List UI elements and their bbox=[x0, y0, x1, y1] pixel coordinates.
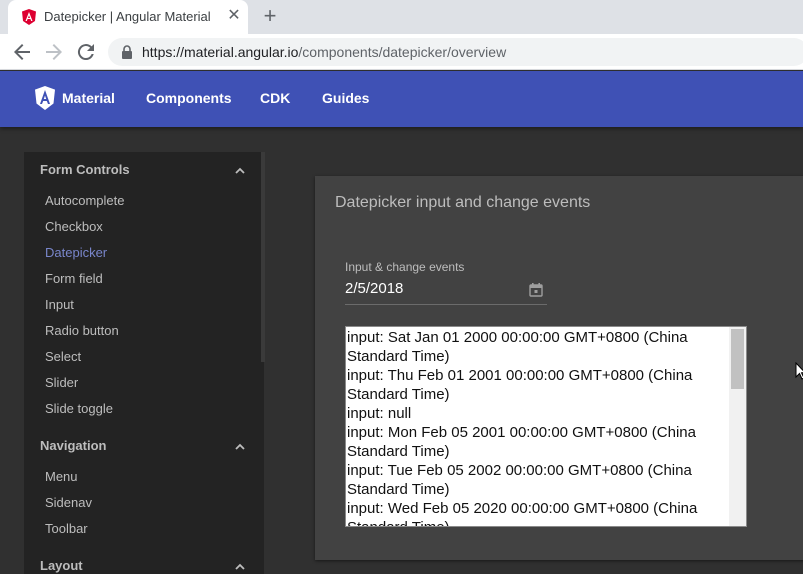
event-log-line: input: null bbox=[347, 405, 412, 422]
sidebar-item-checkbox[interactable]: Checkbox bbox=[45, 219, 103, 234]
nav-guides[interactable]: Guides bbox=[322, 90, 369, 106]
angular-favicon-icon bbox=[22, 9, 36, 25]
chevron-up-icon[interactable] bbox=[234, 165, 246, 177]
section-form-controls[interactable]: Form Controls bbox=[40, 162, 130, 177]
date-field-label: Input & change events bbox=[345, 260, 465, 274]
events-list: input: Sat Jan 01 2000 00:00:00 GMT+0800… bbox=[346, 327, 730, 526]
chevron-up-icon[interactable] bbox=[234, 441, 246, 453]
site-header: Material Components CDK Guides bbox=[0, 71, 803, 127]
reload-icon[interactable] bbox=[74, 40, 98, 64]
sidebar-item-menu[interactable]: Menu bbox=[45, 469, 78, 484]
example-title: Datepicker input and change events bbox=[335, 194, 591, 211]
back-arrow-icon[interactable] bbox=[10, 40, 34, 64]
browser-tab[interactable]: Datepicker | Angular Material ✕ bbox=[8, 0, 248, 34]
mouse-cursor-icon bbox=[795, 362, 803, 380]
new-tab-plus-icon[interactable]: + bbox=[259, 5, 281, 27]
angular-logo-icon[interactable] bbox=[34, 86, 56, 110]
events-scrollbar-thumb[interactable] bbox=[731, 329, 744, 389]
sidebar: Form Controls Autocomplete Checkbox Date… bbox=[24, 152, 264, 574]
sidebar-item-select[interactable]: Select bbox=[45, 349, 81, 364]
address-bar[interactable]: https://material.angular.io/components/d… bbox=[108, 38, 803, 66]
section-navigation[interactable]: Navigation bbox=[40, 438, 106, 453]
nav-components[interactable]: Components bbox=[146, 90, 232, 106]
sidebar-item-slider[interactable]: Slider bbox=[45, 375, 78, 390]
sidebar-item-sidenav[interactable]: Sidenav bbox=[45, 495, 92, 510]
event-log-line: input: Thu Feb 01 2001 00:00:00 GMT+0800… bbox=[347, 367, 693, 403]
events-textarea[interactable]: input: Sat Jan 01 2000 00:00:00 GMT+0800… bbox=[345, 326, 747, 527]
chevron-up-icon[interactable] bbox=[234, 561, 246, 573]
browser-tab-strip: Datepicker | Angular Material ✕ + bbox=[0, 0, 803, 34]
close-tab-icon[interactable]: ✕ bbox=[225, 7, 243, 25]
date-input-underline bbox=[345, 304, 547, 305]
browser-toolbar: https://material.angular.io/components/d… bbox=[0, 34, 803, 70]
event-log-line: input: Mon Feb 05 2001 00:00:00 GMT+0800… bbox=[347, 424, 696, 460]
tab-title: Datepicker | Angular Material bbox=[44, 9, 211, 24]
sidebar-item-toolbar[interactable]: Toolbar bbox=[45, 521, 88, 536]
forward-arrow-icon[interactable] bbox=[42, 40, 66, 64]
url-host: https://material.angular.io bbox=[142, 44, 299, 60]
calendar-icon[interactable] bbox=[529, 283, 543, 297]
event-log-line: input: Sat Jan 01 2000 00:00:00 GMT+0800… bbox=[347, 329, 688, 365]
brand-link[interactable]: Material bbox=[62, 90, 115, 106]
sidebar-item-input[interactable]: Input bbox=[45, 297, 74, 312]
sidebar-scrollbar[interactable] bbox=[261, 152, 265, 362]
event-log-line: input: Wed Feb 05 2020 00:00:00 GMT+0800… bbox=[347, 500, 698, 526]
nav-cdk[interactable]: CDK bbox=[260, 90, 290, 106]
date-input[interactable]: 2/5/2018 bbox=[345, 280, 403, 297]
sidebar-item-datepicker[interactable]: Datepicker bbox=[45, 245, 107, 260]
sidebar-item-autocomplete[interactable]: Autocomplete bbox=[45, 193, 125, 208]
url-path: /components/datepicker/overview bbox=[298, 44, 507, 60]
sidebar-item-slide-toggle[interactable]: Slide toggle bbox=[45, 401, 113, 416]
events-scrollbar[interactable] bbox=[729, 327, 746, 526]
event-log-line: input: Tue Feb 05 2002 00:00:00 GMT+0800… bbox=[347, 462, 692, 498]
sidebar-item-form-field[interactable]: Form field bbox=[45, 271, 103, 286]
url-text: https://material.angular.io/components/d… bbox=[142, 44, 506, 60]
lock-icon bbox=[122, 45, 132, 59]
sidebar-item-radio-button[interactable]: Radio button bbox=[45, 323, 119, 338]
section-layout[interactable]: Layout bbox=[40, 558, 83, 573]
example-card: Datepicker input and change events Input… bbox=[315, 176, 803, 560]
